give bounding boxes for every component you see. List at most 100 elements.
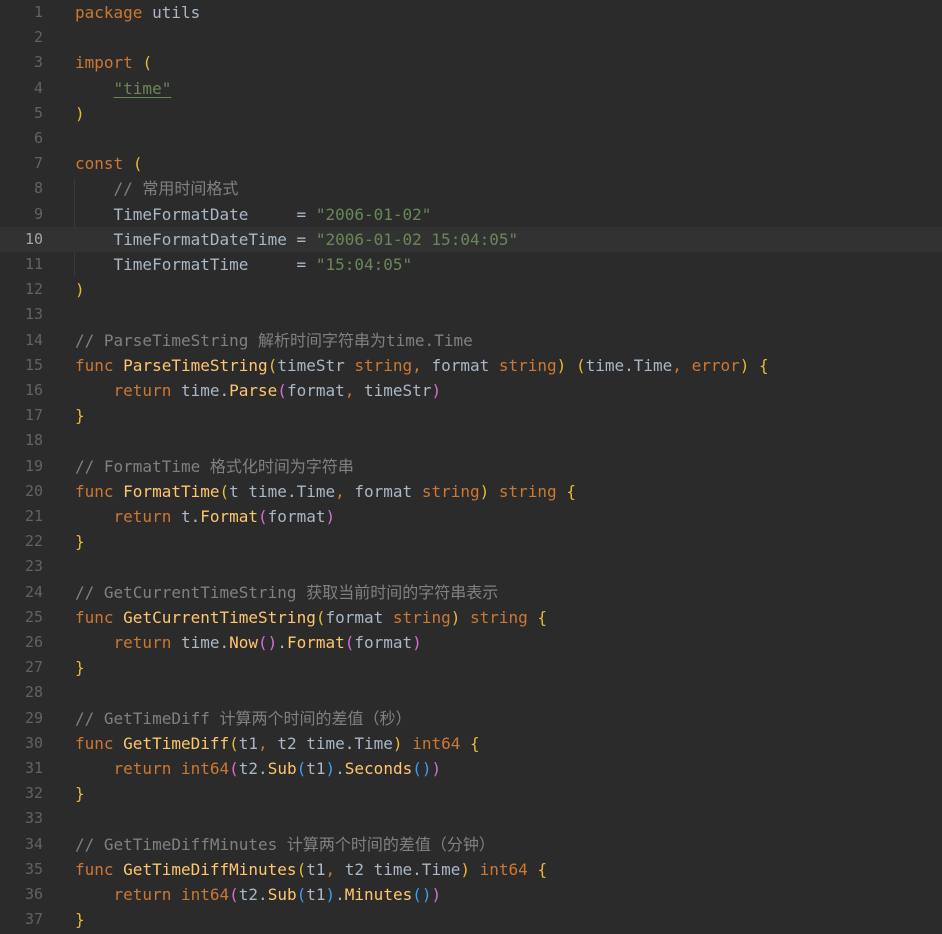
code-line[interactable]: 5): [0, 101, 942, 126]
code-line[interactable]: 23: [0, 554, 942, 579]
code-line[interactable]: 36 return int64(t2.Sub(t1).Minutes()): [0, 882, 942, 907]
line-code[interactable]: return time.Now().Format(format): [75, 630, 422, 655]
code-line[interactable]: 34 // GetTimeDiffMinutes 计算两个时间的差值（分钟）: [0, 832, 942, 857]
line-code[interactable]: // GetTimeDiffMinutes 计算两个时间的差值（分钟）: [75, 832, 495, 857]
code-line[interactable]: 18: [0, 428, 942, 453]
code-token: FormatTime: [123, 481, 220, 501]
line-code[interactable]: // 常用时间格式: [75, 176, 239, 201]
code-token: t1: [306, 859, 326, 879]
line-code[interactable]: const (: [75, 151, 142, 176]
line-number: 34: [24, 834, 43, 853]
code-line[interactable]: 14 // ParseTimeString 解析时间字符串为time.Time: [0, 328, 942, 353]
line-code[interactable]: func FormatTime(t time.Time, format stri…: [75, 479, 576, 504]
code-line[interactable]: 17}: [0, 403, 942, 428]
code-line[interactable]: 28: [0, 680, 942, 705]
line-code[interactable]: func GetTimeDiff(t1, t2 time.Time) int64…: [75, 731, 480, 756]
line-code[interactable]: return int64(t2.Sub(t1).Minutes()): [75, 882, 442, 907]
line-code[interactable]: // GetTimeDiff 计算两个时间的差值（秒）: [75, 706, 412, 731]
code-token: GetCurrentTimeString: [123, 607, 316, 627]
line-code[interactable]: package utils: [75, 0, 200, 25]
code-token: (: [219, 481, 230, 501]
code-token: TimeFormatTime =: [75, 255, 316, 274]
code-token: ): [75, 280, 85, 300]
line-code[interactable]: }: [75, 655, 85, 680]
line-code[interactable]: TimeFormatDateTime = "2006-01-02 15:04:0…: [75, 227, 519, 252]
line-code[interactable]: }: [75, 403, 85, 428]
line-code[interactable]: }: [75, 907, 85, 932]
code-token: Format: [286, 633, 345, 652]
line-code[interactable]: return t.Format(format): [75, 504, 336, 529]
code-line[interactable]: 21 return t.Format(format): [0, 504, 942, 529]
code-line[interactable]: 26 return time.Now().Format(format): [0, 630, 942, 655]
line-code[interactable]: func GetCurrentTimeString(format string)…: [75, 605, 547, 630]
line-code[interactable]: return time.Parse(format, timeStr): [75, 378, 442, 403]
code-token: // GetCurrentTimeString 获取当前时间的字符串表示: [75, 582, 499, 602]
line-code[interactable]: ): [75, 101, 85, 126]
line-code[interactable]: // ParseTimeString 解析时间字符串为time.Time: [75, 328, 473, 353]
code-token: "2006-01-02 15:04:05": [315, 229, 519, 249]
line-code[interactable]: func GetTimeDiffMinutes(t1, t2 time.Time…: [75, 857, 547, 882]
code-line[interactable]: 2: [0, 25, 942, 50]
code-line[interactable]: 6: [0, 126, 942, 151]
code-token: .: [277, 633, 287, 652]
line-code[interactable]: import (: [75, 50, 152, 75]
code-line[interactable]: 3 import (: [0, 50, 942, 75]
code-line[interactable]: 35 func GetTimeDiffMinutes(t1, t2 time.Ti…: [0, 857, 942, 882]
line-code[interactable]: return int64(t2.Sub(t1).Seconds()): [75, 756, 442, 781]
code-line[interactable]: 31 return int64(t2.Sub(t1).Seconds()): [0, 756, 942, 781]
code-line[interactable]: 24 // GetCurrentTimeString 获取当前时间的字符串表示: [0, 580, 942, 605]
code-line[interactable]: 25 func GetCurrentTimeString(format strin…: [0, 605, 942, 630]
code-line[interactable]: 1 package utils: [0, 0, 942, 25]
code-token: ): [325, 507, 336, 526]
code-token: ): [556, 355, 567, 375]
line-code[interactable]: TimeFormatDate = "2006-01-02": [75, 202, 432, 227]
code-line[interactable]: 7 const (: [0, 151, 942, 176]
code-line[interactable]: 12): [0, 277, 942, 302]
code-line[interactable]: 13: [0, 302, 942, 327]
code-line[interactable]: 4 "time": [0, 76, 942, 101]
line-code[interactable]: ): [75, 277, 85, 302]
code-line[interactable]: 30 func GetTimeDiff(t1, t2 time.Time) int…: [0, 731, 942, 756]
code-token: format: [286, 381, 345, 400]
code-token: Format: [200, 507, 259, 526]
line-code[interactable]: // GetCurrentTimeString 获取当前时间的字符串表示: [75, 580, 498, 605]
code-token: }: [75, 406, 85, 426]
code-token: string: [498, 481, 557, 501]
line-code[interactable]: // FormatTime 格式化时间为字符串: [75, 454, 354, 479]
line-code[interactable]: }: [75, 781, 85, 806]
code-token: (): [258, 633, 278, 652]
code-token: func: [75, 481, 114, 501]
code-line[interactable]: 16 return time.Parse(format, timeStr): [0, 378, 942, 403]
code-line[interactable]: 11 TimeFormatTime = "15:04:05": [0, 252, 942, 277]
code-line[interactable]: 15 func ParseTimeString(timeStr string, f…: [0, 353, 942, 378]
code-line[interactable]: 33: [0, 806, 942, 831]
line-code[interactable]: TimeFormatTime = "15:04:05": [75, 252, 413, 277]
code-token: func: [75, 607, 114, 627]
line-code[interactable]: "time": [75, 76, 172, 101]
code-line[interactable]: 19 // FormatTime 格式化时间为字符串: [0, 454, 942, 479]
code-line[interactable]: 37}: [0, 907, 942, 932]
code-token: "15:04:05": [315, 255, 413, 274]
code-token: }: [75, 910, 85, 930]
code-token: TimeFormatDateTime =: [75, 229, 316, 249]
code-line[interactable]: 22}: [0, 529, 942, 554]
code-line[interactable]: 29 // GetTimeDiff 计算两个时间的差值（秒）: [0, 706, 942, 731]
code-editor[interactable]: 1 package utils 2 3 import (4 "time" 5) 6 7 cons…: [0, 0, 942, 934]
code-line[interactable]: 9 TimeFormatDate = "2006-01-02": [0, 202, 942, 227]
line-number: 8: [33, 179, 43, 198]
line-number: 22: [24, 532, 43, 551]
code-line[interactable]: 8 // 常用时间格式: [0, 176, 942, 201]
line-code[interactable]: func ParseTimeString(timeStr string, for…: [75, 353, 769, 378]
code-line[interactable]: 20 func FormatTime(t time.Time, format st…: [0, 479, 942, 504]
code-line[interactable]: 27}: [0, 655, 942, 680]
line-number: 27: [24, 658, 43, 677]
code-token: const: [75, 154, 124, 174]
code-line[interactable]: 32}: [0, 781, 942, 806]
line-code[interactable]: }: [75, 529, 85, 554]
line-number: 30: [24, 733, 43, 752]
code-line[interactable]: 10 TimeFormatDateTime = "2006-01-02 15:0…: [0, 226, 942, 252]
code-token: error: [691, 355, 740, 375]
